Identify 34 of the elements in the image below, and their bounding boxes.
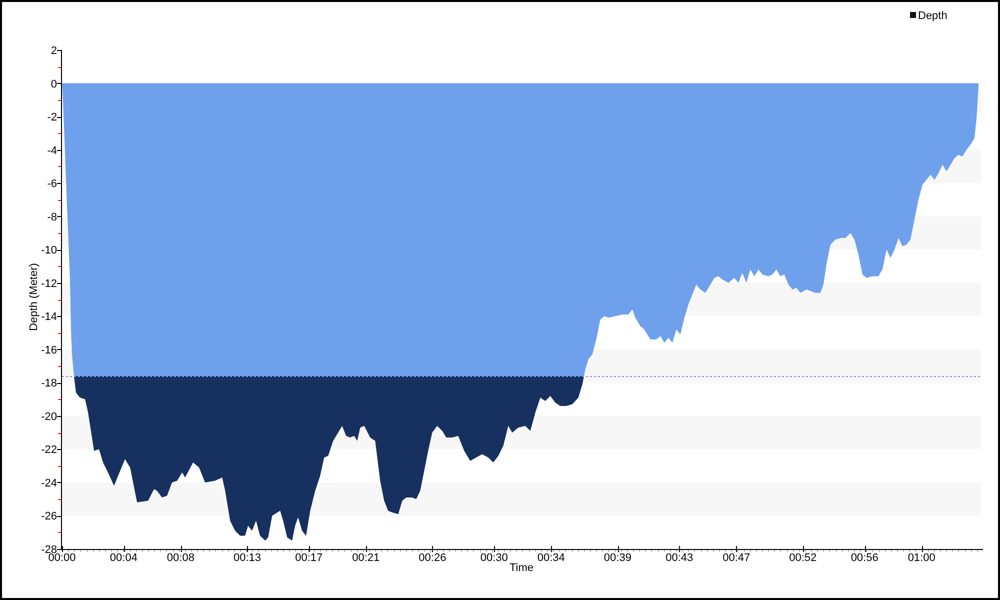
legend-label: Depth: [918, 10, 948, 22]
y-tick-label: -8: [47, 211, 57, 224]
x-tick-label: 00:21: [352, 552, 380, 564]
x-tick-label: 00:00: [48, 552, 76, 564]
y-tick-label: -12: [41, 278, 57, 290]
y-tick-label: -24: [41, 477, 57, 490]
x-tick-label: 00:26: [418, 552, 446, 564]
y-tick-label: 0: [50, 78, 57, 90]
y-tick-label: -26: [41, 510, 57, 523]
x-tick-label: 01:00: [908, 552, 936, 564]
y-tick-label: 2: [50, 45, 57, 57]
x-tick-label: 00:39: [604, 552, 632, 564]
y-tick-label: -16: [41, 344, 57, 356]
x-tick-label: 00:47: [722, 552, 750, 564]
x-axis-title: Time: [509, 562, 534, 574]
y-tick-label: -6: [47, 178, 57, 190]
y-tick-label: -14: [41, 311, 57, 324]
x-tick-label: 00:52: [789, 552, 817, 564]
x-tick-label: 00:17: [295, 552, 323, 564]
x-tick-label: 00:30: [480, 552, 508, 564]
x-tick-label: 00:13: [233, 552, 261, 564]
legend-swatch-icon: [910, 12, 916, 18]
y-axis-title: Depth (Meter): [28, 263, 40, 331]
y-tick-label: -10: [41, 244, 57, 257]
x-tick-label: 00:08: [166, 552, 194, 564]
y-tick-label: -20: [41, 410, 57, 423]
x-tick-label: 00:56: [850, 552, 878, 564]
y-tick-label: -2: [47, 112, 57, 124]
y-tick-label: -4: [47, 144, 57, 157]
x-tick-label: 00:34: [537, 552, 565, 564]
y-tick-label: -18: [41, 378, 57, 390]
x-tick-label: 00:43: [666, 552, 694, 564]
x-tick-label: 00:04: [110, 552, 138, 564]
y-tick-label: -22: [41, 444, 57, 456]
